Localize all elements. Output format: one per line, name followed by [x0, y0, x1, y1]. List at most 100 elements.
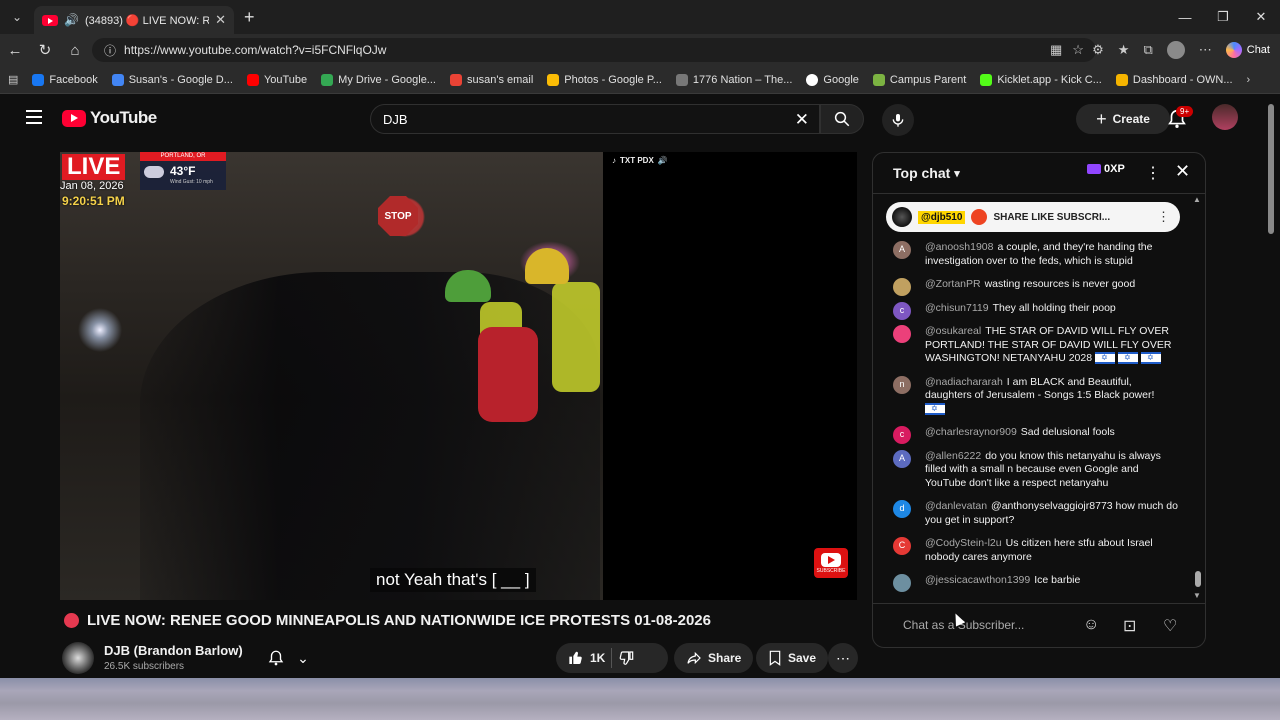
heart-icon[interactable]: ♡ [1163, 616, 1177, 636]
chat-mode-dropdown[interactable]: Top chat ▾ [893, 165, 960, 181]
site-info-icon[interactable]: ⓘ [104, 42, 116, 59]
share-button[interactable]: Share [674, 643, 754, 673]
emoji-icon[interactable]: ☺ [1083, 616, 1099, 634]
tab-close-icon[interactable]: ✕ [215, 12, 226, 28]
chat-avatar[interactable]: c [893, 426, 911, 444]
bookmark-google-docs[interactable]: Susan's - Google D... [111, 73, 233, 86]
chat-username[interactable]: @jessicacawthon1399 [925, 574, 1030, 586]
chat-username[interactable]: @chisun7119 [925, 302, 989, 314]
back-icon[interactable]: ← [0, 42, 30, 59]
chat-username[interactable]: @anoosh1908 [925, 241, 993, 253]
channel-name[interactable]: DJB (Brandon Barlow) [104, 643, 243, 658]
speaker-icon[interactable]: 🔊 [64, 13, 79, 27]
xp-badge[interactable]: 0XP [1087, 163, 1125, 175]
video-title-text: LIVE NOW: RENEE GOOD MINNEAPOLIS AND NAT… [87, 612, 711, 629]
tab-list-chevron-icon[interactable]: ⌄ [0, 0, 34, 34]
subscribe-watermark[interactable]: SUBSCRIBE [814, 548, 848, 578]
chat-username[interactable]: @nadiachararah [925, 376, 1003, 388]
page-scrollbar[interactable] [1266, 96, 1276, 678]
chat-close-icon[interactable]: ✕ [1175, 161, 1190, 182]
overlay-date: Jan 08, 2026 [60, 180, 124, 192]
chat-username[interactable]: @allen6222 [925, 450, 981, 462]
chat-username[interactable]: @CodyStein-l2u [925, 537, 1002, 549]
chat-avatar[interactable]: d [893, 500, 911, 518]
home-icon[interactable]: ⌂ [60, 42, 90, 59]
save-button[interactable]: Save [756, 643, 829, 673]
minimize-icon[interactable]: — [1166, 0, 1204, 34]
bookmark-label: Kicklet.app - Kick C... [997, 73, 1102, 86]
chat-username[interactable]: @charlesraynor909 [925, 426, 1017, 438]
tiktok-icon: ♪ [612, 156, 616, 165]
chat-avatar[interactable] [893, 278, 911, 296]
video-player[interactable]: STOP LIVE PORTLAND, OR 43°F Wind Gust: 1… [60, 152, 857, 600]
more-menu-icon[interactable]: ⋯ [1199, 42, 1212, 58]
bookmark-google-drive[interactable]: My Drive - Google... [321, 73, 436, 86]
bookmark-1776-nation[interactable]: 1776 Nation – The... [675, 73, 792, 86]
channel-avatar[interactable] [62, 642, 94, 674]
chat-avatar[interactable] [893, 325, 911, 343]
chat-options-icon[interactable]: ⋮ [1145, 163, 1161, 183]
reload-icon[interactable]: ↻ [30, 41, 60, 59]
account-avatar[interactable] [1212, 104, 1238, 130]
clear-search-icon[interactable]: ✕ [795, 110, 809, 130]
maximize-icon[interactable]: ❐ [1204, 0, 1242, 34]
close-window-icon[interactable]: ✕ [1242, 0, 1280, 34]
chat-username[interactable]: @ZortanPR [925, 278, 981, 290]
bookmarks-overflow-icon[interactable]: › [1247, 74, 1251, 86]
chat-username[interactable]: @danlevatan [925, 500, 987, 512]
url-field[interactable]: ⓘ https://www.youtube.com/watch?v=i5FCNF… [92, 38, 1096, 62]
google-drive-icon [321, 73, 334, 86]
subscription-notify-button[interactable]: ⌄ [258, 643, 318, 673]
bookmark-youtube[interactable]: YouTube [246, 73, 307, 86]
profile-avatar[interactable] [1166, 41, 1185, 59]
app-available-icon[interactable]: ▦ [1050, 42, 1062, 58]
chat-avatar[interactable]: A [893, 449, 911, 468]
copilot-chat-button[interactable]: Chat [1225, 42, 1270, 58]
thumbs-down-icon[interactable] [618, 650, 634, 666]
menu-icon[interactable] [26, 110, 42, 128]
new-tab-button[interactable]: + [244, 7, 255, 28]
bookmark-kicklet[interactable]: Kicklet.app - Kick C... [980, 73, 1102, 86]
voice-search-button[interactable] [882, 104, 914, 136]
chat-avatar[interactable] [893, 574, 911, 592]
scroll-down-icon[interactable]: ▼ [1193, 591, 1201, 600]
chat-username[interactable]: @osukareal [925, 325, 981, 337]
chat-avatar[interactable]: A [893, 241, 911, 259]
like-button[interactable]: 1K [568, 650, 605, 666]
chat-scroll-thumb[interactable] [1195, 571, 1201, 587]
page-scroll-thumb[interactable] [1268, 104, 1274, 234]
sidebar-toggle-icon[interactable]: ▤ [8, 73, 18, 86]
collections-icon[interactable]: ⧉ [1143, 42, 1152, 58]
bookmark-google-photos[interactable]: Photos - Google P... [547, 73, 662, 86]
pinned-options-icon[interactable]: ⋮ [1157, 209, 1170, 225]
chat-scrollbar[interactable]: ▲ ▼ [1193, 195, 1201, 600]
chat-avatar[interactable]: C [893, 537, 911, 555]
thumbs-up-icon [569, 651, 582, 665]
search-button[interactable] [820, 104, 864, 134]
super-chat-icon[interactable]: ⊡ [1123, 616, 1136, 636]
scroll-up-icon[interactable]: ▲ [1193, 195, 1201, 204]
search-input[interactable]: DJB ✕ [370, 104, 820, 134]
bookmark-dashboard[interactable]: Dashboard - OWN... [1115, 73, 1233, 86]
bookmark-facebook[interactable]: Facebook [32, 73, 98, 86]
more-actions-button[interactable]: ⋯ [828, 643, 858, 673]
pinned-message[interactable]: @djb510 SHARE LIKE SUBSCRI... ⋮ [886, 202, 1180, 232]
live-indicator-icon [64, 613, 79, 628]
favorites-icon[interactable]: ★ [1118, 42, 1130, 58]
address-bar-row: ← ↻ ⌂ ⓘ https://www.youtube.com/watch?v=… [0, 34, 1280, 66]
bookmark-label: Campus Parent [889, 73, 967, 86]
chat-message: A @allen6222 do you know this netanyahu i… [891, 449, 1181, 491]
bookmark-label: Photos - Google P... [564, 73, 662, 86]
weather-widget: PORTLAND, OR 43°F Wind Gust: 10 mph [140, 152, 226, 190]
chat-text: wasting resources is never good [984, 278, 1136, 290]
bookmark-email[interactable]: susan's email [449, 73, 533, 86]
chat-avatar[interactable]: c [893, 301, 911, 320]
chat-avatar[interactable]: n [893, 375, 911, 394]
favorite-star-icon[interactable]: ☆ [1072, 42, 1084, 58]
bookmark-google[interactable]: Google [806, 73, 859, 86]
create-button[interactable]: + Create [1076, 104, 1170, 134]
browser-tab[interactable]: 🔊 (34893) 🔴 LIVE NOW: RENE ✕ [34, 6, 234, 34]
youtube-logo[interactable]: YouTube [62, 108, 157, 128]
bookmark-campus-parent[interactable]: Campus Parent [872, 73, 967, 86]
extensions-icon[interactable]: ⚙ [1092, 42, 1104, 58]
